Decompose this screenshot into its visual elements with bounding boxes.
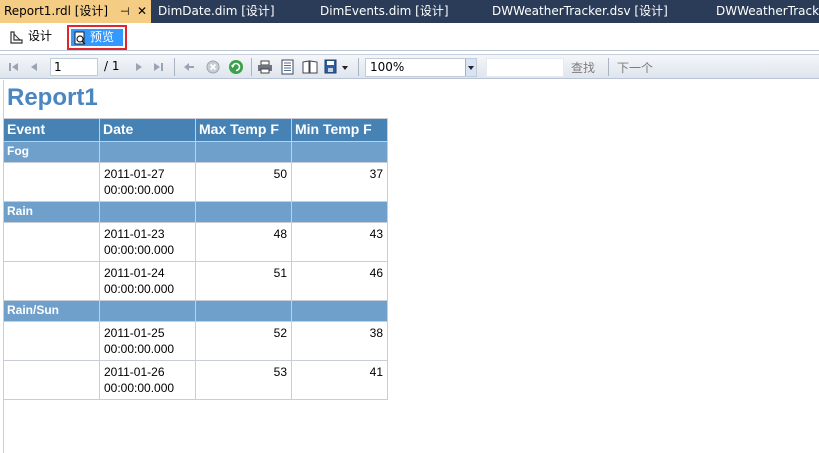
cell-min-temp: 37: [291, 162, 388, 202]
report-table: Event Date Max Temp F Min Temp F Fog 201…: [3, 118, 388, 400]
last-page-icon[interactable]: [150, 59, 166, 75]
column-header-max-temp: Max Temp F: [195, 118, 292, 142]
close-icon[interactable]: ✕: [137, 0, 147, 23]
doc-tab-label: DWWeatherTracker.dsv [设计]: [492, 4, 668, 18]
design-ruler-icon: [10, 30, 23, 44]
column-header-date: Date: [99, 118, 196, 142]
cell-date: 2011-01-25 00:00:00.000: [99, 321, 196, 361]
tab-design[interactable]: 设计: [6, 26, 60, 48]
toolbar-separator: [608, 58, 609, 76]
first-page-icon[interactable]: [6, 59, 22, 75]
tab-preview[interactable]: 预览: [67, 25, 127, 50]
table-row: 2011-01-27 00:00:00.000 50 37: [3, 162, 388, 202]
doc-tab-label: DWWeatherTrack: [716, 4, 819, 18]
print-layout-icon[interactable]: [280, 59, 296, 75]
table-row: 2011-01-23 00:00:00.000 48 43: [3, 222, 388, 262]
cell-min-temp: 46: [291, 261, 388, 301]
cell-date: 2011-01-26 00:00:00.000: [99, 360, 196, 400]
cell-min-temp: 43: [291, 222, 388, 262]
table-header-row: Event Date Max Temp F Min Temp F: [3, 118, 388, 142]
report-viewer-toolbar: 1 / 1 100% 查找 下一个: [0, 54, 819, 79]
table-row: 2011-01-25 00:00:00.000 52 38: [3, 321, 388, 361]
table-row: 2011-01-24 00:00:00.000 51 46: [3, 261, 388, 301]
export-icon[interactable]: [324, 59, 340, 75]
export-dropdown-icon[interactable]: [341, 64, 349, 72]
cell-max-temp: 53: [195, 360, 292, 400]
toolbar-separator: [358, 58, 359, 76]
cell-min-temp: 38: [291, 321, 388, 361]
previous-page-icon[interactable]: [26, 59, 42, 75]
group-row-rain-sun: Rain/Sun: [3, 300, 388, 322]
stop-icon[interactable]: [205, 59, 221, 75]
view-tab-bar: 设计 预览: [0, 23, 819, 51]
cell-date: 2011-01-24 00:00:00.000: [99, 261, 196, 301]
doc-tab-report1[interactable]: Report1.rdl [设计] ⊣ ✕: [0, 0, 151, 23]
doc-tab-label: Report1.rdl [设计]: [4, 4, 109, 18]
find-text-input[interactable]: [486, 58, 564, 77]
zoom-select[interactable]: 100%: [365, 58, 477, 77]
group-row-fog: Fog: [3, 141, 388, 163]
doc-tab-dimdate[interactable]: DimDate.dim [设计]: [158, 0, 275, 23]
page-number-input[interactable]: 1: [50, 58, 98, 76]
tab-preview-label: 预览: [90, 30, 115, 44]
tab-preview-highlight: 预览: [71, 29, 123, 46]
zoom-value: 100%: [370, 60, 405, 74]
toolbar-separator: [251, 58, 252, 76]
group-label: Rain/Sun: [3, 300, 100, 322]
cell-min-temp: 41: [291, 360, 388, 400]
doc-tab-dimevents[interactable]: DimEvents.dim [设计]: [320, 0, 449, 23]
refresh-icon[interactable]: [228, 59, 244, 75]
group-label: Rain: [3, 201, 100, 223]
cell-max-temp: 50: [195, 162, 292, 202]
group-row-rain: Rain: [3, 201, 388, 223]
next-page-icon[interactable]: [131, 59, 147, 75]
doc-tab-dwweathertracker-dsv[interactable]: DWWeatherTracker.dsv [设计]: [492, 0, 668, 23]
chevron-down-icon[interactable]: [465, 59, 476, 76]
column-header-event: Event: [3, 118, 100, 142]
toolbar-separator: [174, 58, 175, 76]
doc-tab-label: DimDate.dim [设计]: [158, 4, 275, 18]
find-next-button[interactable]: 下一个: [617, 59, 653, 76]
doc-tab-label: DimEvents.dim [设计]: [320, 4, 449, 18]
back-icon[interactable]: [181, 59, 197, 75]
preview-document-icon: [74, 31, 86, 44]
report-title: Report1: [7, 84, 98, 111]
cell-date: 2011-01-23 00:00:00.000: [99, 222, 196, 262]
pin-icon[interactable]: ⊣: [120, 0, 130, 23]
table-row: 2011-01-26 00:00:00.000 53 41: [3, 360, 388, 400]
document-tab-strip: Report1.rdl [设计] ⊣ ✕ DimDate.dim [设计] Di…: [0, 0, 819, 23]
tab-design-label: 设计: [28, 29, 53, 43]
cell-max-temp: 52: [195, 321, 292, 361]
cell-date: 2011-01-27 00:00:00.000: [99, 162, 196, 202]
group-label: Fog: [3, 141, 100, 163]
page-total: / 1: [104, 59, 120, 73]
find-button[interactable]: 查找: [571, 59, 595, 76]
page-setup-icon[interactable]: [302, 59, 318, 75]
doc-tab-dwweathertracker[interactable]: DWWeatherTrack: [716, 0, 819, 23]
column-header-min-temp: Min Temp F: [291, 118, 388, 142]
print-icon[interactable]: [257, 59, 273, 75]
cell-max-temp: 48: [195, 222, 292, 262]
cell-max-temp: 51: [195, 261, 292, 301]
